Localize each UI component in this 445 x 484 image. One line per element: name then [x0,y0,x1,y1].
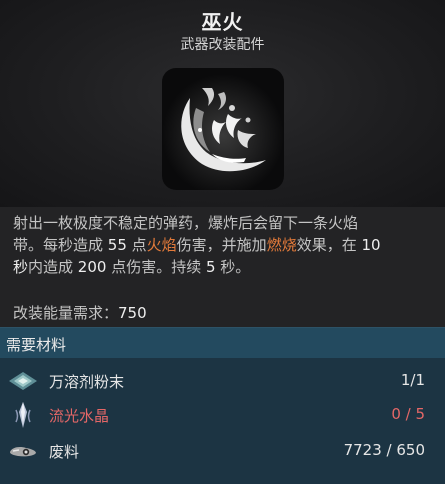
materials-panel: 需要材料 万溶剂粉末 1/1 流光水晶 0 / 5 废料 7723 / 650 [0,327,445,484]
material-count: 1/1 [400,371,425,389]
materials-title: 需要材料 [6,336,67,354]
duration-seconds: 5 [205,258,216,276]
solvent-powder-icon [6,366,40,396]
material-row: 废料 7723 / 650 [0,434,445,468]
desc-text: 伤害，并施加 [176,236,267,254]
item-description: 射出一枚极度不稳定的弹药，爆炸后会留下一条火焰 带。每秒造成 55 点火焰伤害，… [13,212,433,278]
item-icon-frame [162,68,284,190]
material-name: 流光水晶 [49,407,110,425]
desc-text: 点伤害。持续 [106,258,206,276]
desc-text: 效果，在 [296,236,362,254]
material-row: 万溶剂粉末 1/1 [0,364,445,398]
fire-keyword: 火焰 [146,236,177,254]
desc-text: 点 [126,236,147,254]
item-title: 巫火 [201,10,244,34]
desc-text: 内造成 [28,258,78,276]
witchfire-ember-icon [162,68,284,190]
seconds-unit: 秒 [13,258,29,276]
material-row: 流光水晶 0 / 5 [0,398,445,432]
burn-keyword: 燃烧 [266,236,297,254]
desc-text: 带。每秒造成 [13,236,108,254]
materials-header: 需要材料 [0,328,445,358]
burn-duration-seconds: 10 [361,236,381,254]
item-header: 巫火 武器改装配件 [0,0,445,207]
material-name: 废料 [49,443,80,461]
material-name: 万溶剂粉末 [49,373,125,391]
energy-label: 改装能量需求： [13,304,119,322]
material-count: 0 / 5 [391,405,425,423]
desc-line-1: 射出一枚极度不稳定的弹药，爆炸后会留下一条火焰 [13,214,359,232]
energy-requirement: 改装能量需求：750 [13,302,147,323]
energy-value: 750 [118,304,147,322]
material-count: 7723 / 650 [343,441,425,459]
streaming-crystal-icon [6,400,40,430]
scrap-icon [6,436,40,466]
desc-text: 秒。 [215,258,251,276]
damage-per-second: 55 [107,236,127,254]
burn-damage-total: 200 [77,258,107,276]
item-subtitle: 武器改装配件 [180,37,265,53]
